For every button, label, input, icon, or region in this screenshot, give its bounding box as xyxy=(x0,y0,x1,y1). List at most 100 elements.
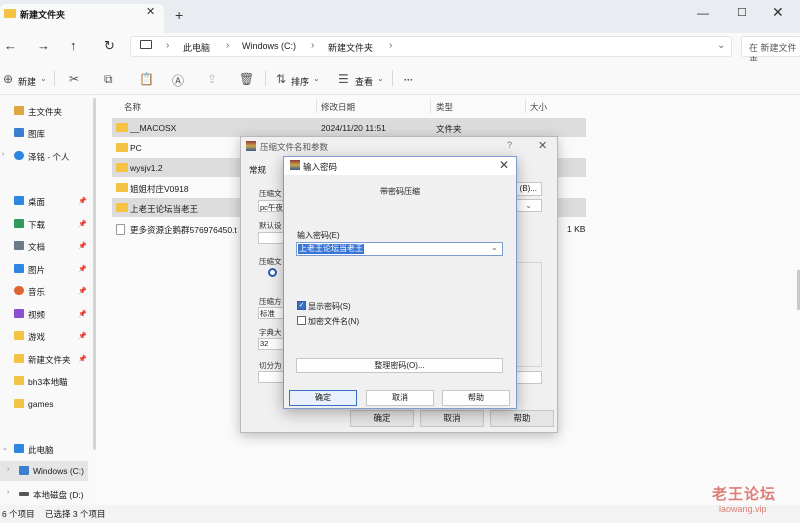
column-divider[interactable] xyxy=(430,99,431,113)
video-icon xyxy=(14,309,24,318)
chevron-down-icon[interactable]: ⌄ xyxy=(313,74,320,83)
ok-button[interactable]: 确定 xyxy=(289,390,357,406)
split-volumes-label: 切分为 xyxy=(259,361,282,370)
sidebar-item-home[interactable]: 主文件夹 xyxy=(28,106,62,118)
sort-button[interactable]: 排序 xyxy=(291,75,309,88)
window-close-icon[interactable]: ✕ xyxy=(772,4,784,21)
tab-general[interactable]: 常规 xyxy=(249,164,266,176)
file-name[interactable]: PC xyxy=(130,143,142,153)
password-label: 输入密码(E) xyxy=(297,231,340,240)
chevron-down-icon[interactable]: ⌄ xyxy=(491,243,498,252)
chevron-down-icon[interactable]: ⌄ xyxy=(717,40,725,51)
pin-icon: 📌 xyxy=(78,288,87,295)
sidebar-item-new-folder[interactable]: 新建文件夹 xyxy=(28,354,71,366)
folder-icon xyxy=(116,183,128,192)
up-icon[interactable]: ↑ xyxy=(70,38,77,53)
column-divider[interactable] xyxy=(316,99,317,113)
new-button[interactable]: 新建 xyxy=(18,75,36,88)
chevron-right-icon[interactable]: › xyxy=(2,151,4,158)
sidebar-item-pictures[interactable]: 图片 xyxy=(28,264,45,276)
rename-icon[interactable]: Ⓐ xyxy=(172,72,184,89)
file-name[interactable]: wysjv1.2 xyxy=(130,163,163,173)
help-button[interactable]: 帮助 xyxy=(490,410,554,427)
ok-button[interactable]: 确定 xyxy=(350,410,414,427)
forward-icon[interactable]: → xyxy=(37,38,50,53)
encrypt-names-checkbox[interactable] xyxy=(297,316,306,325)
sidebar-item-documents[interactable]: 文档 xyxy=(28,241,45,253)
extra-input[interactable] xyxy=(516,371,542,384)
close-tab-icon[interactable]: ✕ xyxy=(146,5,155,18)
column-divider[interactable] xyxy=(525,99,526,113)
sidebar-item-drive-d[interactable]: 本地磁盘 (D:) xyxy=(33,489,84,501)
sidebar-item-videos[interactable]: 视频 xyxy=(28,309,45,321)
archive-format-label: 压缩文 xyxy=(259,257,282,266)
breadcrumb-folder[interactable]: 新建文件夹 xyxy=(328,41,373,54)
column-header-name[interactable]: 名称 xyxy=(124,101,141,113)
show-password-label[interactable]: 显示密码(S) xyxy=(308,301,351,312)
share-icon[interactable]: ⇪ xyxy=(207,72,217,86)
desktop-icon xyxy=(14,196,24,205)
chevron-right-icon[interactable]: › xyxy=(7,466,9,473)
column-header-size[interactable]: 大小 xyxy=(530,101,547,113)
cancel-button[interactable]: 取消 xyxy=(420,410,484,427)
more-options-button[interactable]: ··· xyxy=(404,75,413,85)
delete-icon[interactable]: 🗑 xyxy=(239,72,254,86)
sidebar-item-downloads[interactable]: 下载 xyxy=(28,219,45,231)
sidebar-item-this-pc[interactable]: 此电脑 xyxy=(28,444,54,456)
encrypt-names-label[interactable]: 加密文件名(N) xyxy=(308,316,359,327)
sort-icon[interactable]: ⇅ xyxy=(276,72,286,86)
show-password-checkbox[interactable]: ✓ xyxy=(297,301,306,310)
sidebar-item-personal[interactable]: 泽铭 - 个人 xyxy=(28,151,70,163)
organize-passwords-button[interactable]: 整理密码(O)... xyxy=(296,358,503,373)
gallery-icon xyxy=(14,128,24,137)
sidebar-scrollbar[interactable] xyxy=(93,98,96,450)
breadcrumb-pc[interactable]: 此电脑 xyxy=(183,41,210,54)
sidebar-item-bh3[interactable]: bh3本地瞄 xyxy=(28,376,68,388)
profile-button[interactable] xyxy=(258,232,286,244)
sidebar-item-games-folder[interactable]: games xyxy=(28,399,54,409)
command-bar xyxy=(0,61,800,95)
copy-icon[interactable]: ⧉ xyxy=(104,72,113,87)
winrar-icon xyxy=(246,141,256,151)
close-icon[interactable]: ✕ xyxy=(499,158,509,172)
chevron-down-icon[interactable]: ⌄ xyxy=(40,74,47,83)
file-name[interactable]: 上老王论坛当老王 xyxy=(130,203,198,215)
column-header-type[interactable]: 类型 xyxy=(436,101,453,113)
format-radio[interactable] xyxy=(268,268,277,277)
chevron-down-icon[interactable]: ⌄ xyxy=(515,199,542,212)
file-name[interactable]: __MACOSX xyxy=(130,123,176,133)
minimize-icon[interactable]: — xyxy=(697,6,709,20)
close-icon[interactable]: ✕ xyxy=(538,139,547,152)
default-settings-label: 默认设 xyxy=(259,221,282,230)
options-group xyxy=(516,262,542,367)
sidebar-item-gallery[interactable]: 图库 xyxy=(28,128,45,140)
chevron-down-icon[interactable]: ⌄ xyxy=(2,444,8,452)
file-name[interactable]: 姐姐村庄V0918 xyxy=(130,183,189,195)
paste-icon[interactable]: 📋 xyxy=(139,72,154,86)
new-tab-icon[interactable]: + xyxy=(175,7,183,23)
add-icon[interactable]: ⊕ xyxy=(3,72,13,86)
split-volumes-input[interactable] xyxy=(258,371,286,383)
column-header-date[interactable]: 修改日期 xyxy=(321,101,355,113)
breadcrumb-drive[interactable]: Windows (C:) xyxy=(242,41,296,51)
sidebar-item-drive-c[interactable]: Windows (C:) xyxy=(33,466,84,476)
cancel-button[interactable]: 取消 xyxy=(366,390,434,406)
divider xyxy=(265,70,266,86)
file-name[interactable]: 更多资源企鹅群576976450.t xyxy=(130,224,240,236)
sidebar-item-games[interactable]: 游戏 xyxy=(28,331,45,343)
chevron-down-icon[interactable]: ⌄ xyxy=(377,74,384,83)
maximize-icon[interactable]: ☐ xyxy=(737,6,747,19)
cut-icon[interactable]: ✂ xyxy=(69,72,79,86)
help-button[interactable]: 帮助 xyxy=(442,390,510,406)
sidebar-item-desktop[interactable]: 桌面 xyxy=(28,196,45,208)
view-button[interactable]: 查看 xyxy=(355,75,373,88)
back-icon[interactable]: ← xyxy=(4,38,17,53)
sidebar-item-music[interactable]: 音乐 xyxy=(28,286,45,298)
view-icon[interactable]: ☰ xyxy=(338,72,349,86)
chevron-right-icon[interactable]: › xyxy=(7,489,9,496)
chevron-right-icon: › xyxy=(166,40,170,51)
watermark-text: 老王论坛 xyxy=(712,486,777,503)
help-icon[interactable]: ? xyxy=(507,140,512,150)
address-input[interactable] xyxy=(130,36,732,57)
refresh-icon[interactable]: ↻ xyxy=(104,38,115,54)
